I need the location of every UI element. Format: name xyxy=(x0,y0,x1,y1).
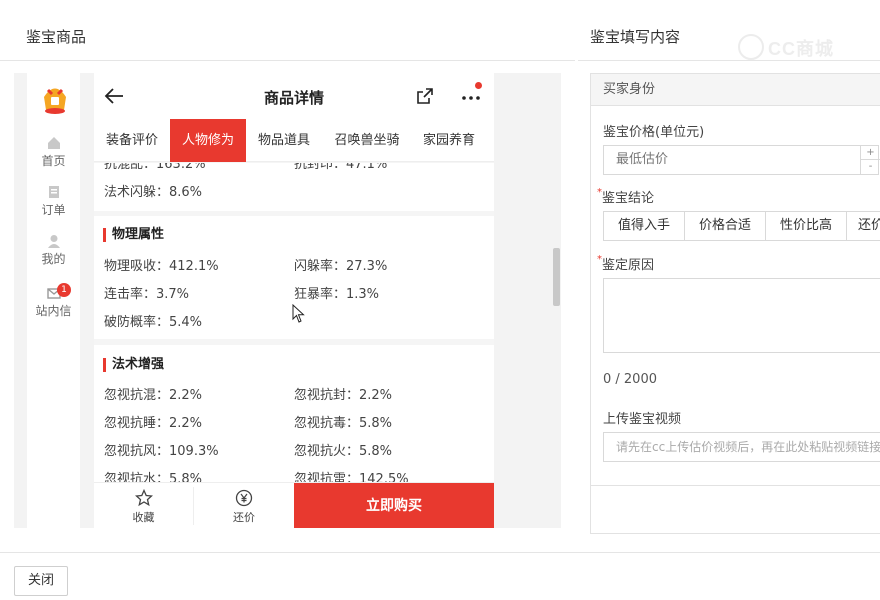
stat-value: 闪躲率：27.3% xyxy=(294,259,388,274)
bargain-button[interactable]: 还价 xyxy=(194,483,294,528)
video-placeholder: 请先在cc上传估价视频后，再在此处粘贴视频链接 xyxy=(616,440,880,454)
conclusion-option[interactable]: 价格合适 xyxy=(684,211,766,241)
sidebar-item-label: 站内信 xyxy=(35,304,72,318)
more-menu[interactable] xyxy=(460,82,482,105)
magic-stats-card: 法术增强 忽视抗混：2.2% 忽视抗封：2.2% 忽视抗睡：2.2% 忽视抗毒：… xyxy=(94,345,494,487)
sidebar-item-orders[interactable]: 订单 xyxy=(27,185,80,218)
share-icon[interactable] xyxy=(416,87,434,105)
conclusion-option[interactable]: 还价 xyxy=(846,211,880,241)
price-stepper[interactable]: + - xyxy=(860,146,880,174)
notification-dot xyxy=(475,82,482,89)
card-title: 法术增强 xyxy=(103,358,164,372)
price-label: 鉴宝价格(单位元) xyxy=(603,125,705,140)
user-icon xyxy=(47,235,60,248)
stat-value: 抗混乱：163.2% xyxy=(104,163,206,172)
card-title: 物理属性 xyxy=(103,228,164,242)
page-title: 商品详情 xyxy=(263,89,324,107)
tab-equipment[interactable]: 装备评价 xyxy=(94,119,170,162)
mouse-cursor-icon xyxy=(292,304,305,323)
home-icon xyxy=(47,137,60,149)
reason-char-count: 0 / 2000 xyxy=(603,372,657,387)
tab-character[interactable]: 人物修为 xyxy=(170,119,246,162)
conclusion-option[interactable]: 性价比高 xyxy=(765,211,847,241)
sidebar-item-label: 首页 xyxy=(41,154,66,168)
preview-scrollbar[interactable] xyxy=(553,248,560,306)
order-icon xyxy=(48,186,59,198)
video-link-input[interactable]: 请先在cc上传估价视频后，再在此处粘贴视频链接 xyxy=(603,432,880,462)
watermark-logo: CC商城 xyxy=(738,32,850,60)
appraisal-form: 买家身份 鉴宝价格(单位元) 最低估价 + - *鉴宝结论 值得入手 价格合适 … xyxy=(590,73,880,534)
stat-value: 连击率：3.7% xyxy=(104,287,190,302)
video-label: 上传鉴宝视频 xyxy=(603,412,682,427)
stat-value: 法术闪躲：8.6% xyxy=(104,185,203,200)
game-logo-icon xyxy=(44,88,66,114)
stat-value: 忽视抗封：2.2% xyxy=(294,388,393,403)
appraisal-dialog: 鉴宝商品 鉴宝填写内容 CC商城 首页 订单 我的 1 站内信 商品详情 装备评… xyxy=(0,0,880,600)
appraisal-form-title: 鉴宝填写内容 xyxy=(590,28,681,46)
tab-items[interactable]: 物品道具 xyxy=(246,119,322,162)
yen-coin-icon xyxy=(235,489,253,507)
stat-value: 忽视抗睡：2.2% xyxy=(104,416,203,431)
bargain-label: 还价 xyxy=(233,511,255,524)
tab-summons[interactable]: 召唤兽坐骑 xyxy=(322,119,412,162)
divider xyxy=(0,60,575,61)
sidebar-item-messages[interactable]: 1 站内信 xyxy=(27,283,80,319)
stat-value: 忽视抗火：5.8% xyxy=(294,444,393,459)
more-dots-icon xyxy=(462,96,480,100)
star-icon xyxy=(134,489,153,507)
price-placeholder: 最低估价 xyxy=(616,152,669,167)
appraisal-item-title: 鉴宝商品 xyxy=(26,28,87,46)
detail-tabs: 装备评价 人物修为 物品道具 召唤兽坐骑 家园养育 xyxy=(94,119,494,162)
reason-textarea[interactable] xyxy=(603,278,880,353)
stat-value: 忽视抗混：2.2% xyxy=(104,388,203,403)
sidebar-item-home[interactable]: 首页 xyxy=(27,136,80,169)
increment-icon[interactable]: + xyxy=(861,146,880,160)
stats-card-partial: 抗混乱：163.2% 抗封印：47.1% 法术闪躲：8.6% xyxy=(94,163,494,211)
conclusion-label: *鉴宝结论 xyxy=(597,187,655,206)
decrement-icon[interactable]: - xyxy=(861,160,880,174)
purchase-bar: 收藏 还价 立即购买 xyxy=(94,482,494,528)
stat-value: 物理吸收：412.1% xyxy=(104,259,219,274)
stat-value: 抗封印：47.1% xyxy=(294,163,388,172)
buy-now-button[interactable]: 立即购买 xyxy=(294,483,494,528)
phone-header: 商品详情 xyxy=(94,73,494,119)
reason-label: *鉴定原因 xyxy=(597,254,655,273)
buyer-identity-header: 买家身份 xyxy=(591,74,880,106)
close-button[interactable]: 关闭 xyxy=(14,566,68,596)
stat-value: 忽视抗风：109.3% xyxy=(104,444,219,459)
sidebar-item-label: 订单 xyxy=(41,203,66,217)
stat-value: 狂暴率：1.3% xyxy=(294,287,380,302)
favorite-label: 收藏 xyxy=(132,511,155,524)
unread-badge: 1 xyxy=(57,283,71,297)
favorite-button[interactable]: 收藏 xyxy=(94,483,193,528)
price-input[interactable]: 最低估价 + - xyxy=(603,145,880,175)
divider xyxy=(591,485,880,486)
phone-preview: 商品详情 装备评价 人物修为 物品道具 召唤兽坐骑 家园养育 抗混乱：163.2… xyxy=(94,73,494,528)
divider xyxy=(578,60,880,61)
divider xyxy=(0,552,880,553)
stat-value: 破防概率：5.4% xyxy=(104,315,203,330)
sidebar-item-mine[interactable]: 我的 xyxy=(27,234,80,267)
sidebar-item-label: 我的 xyxy=(41,252,66,266)
conclusion-option[interactable]: 值得入手 xyxy=(603,211,685,241)
tab-home[interactable]: 家园养育 xyxy=(412,119,486,162)
stat-value: 忽视抗毒：5.8% xyxy=(294,416,393,431)
